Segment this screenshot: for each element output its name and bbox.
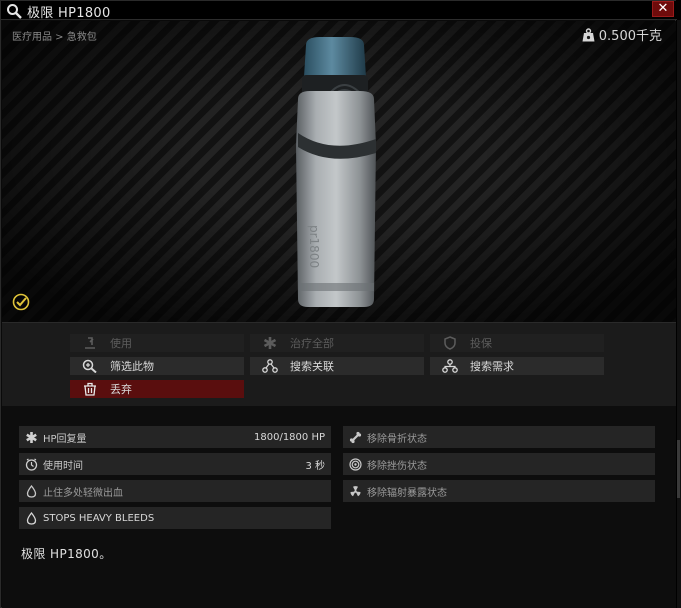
stat-label: 移除辐射暴露状态 xyxy=(367,487,447,499)
weight-icon xyxy=(582,27,595,41)
item-inspect-window: 极限 HP1800 ✕ 医疗用品 > 急救包 0.500千克 pr1800 使用… xyxy=(0,0,677,608)
breadcrumb[interactable]: 医疗用品 > 急救包 xyxy=(12,28,97,43)
target-icon xyxy=(343,457,367,471)
blood-drop-icon xyxy=(19,511,43,525)
scrollbar-thumb[interactable] xyxy=(677,440,680,498)
stat-label: HP回复量 xyxy=(43,433,87,445)
item-description: 极限 HP1800。 xyxy=(21,547,112,561)
shield-icon xyxy=(430,336,470,350)
action-panel: 使用 治疗全部 投保 筛选此物 搜索关联 搜索需求 丢弃 xyxy=(2,322,676,406)
stat-label: 移除挫伤状态 xyxy=(367,460,427,472)
title-bar[interactable]: 极限 HP1800 ✕ xyxy=(1,1,677,21)
tree-nodes-icon xyxy=(430,359,470,373)
search-linked-label: 搜索关联 xyxy=(290,360,334,373)
stat-hp-restore: HP回复量 1800/1800 HP xyxy=(19,426,331,448)
stat-remove-radiation: 移除辐射暴露状态 xyxy=(343,480,655,502)
filter-item-label: 筛选此物 xyxy=(110,360,154,373)
radiation-icon xyxy=(343,485,367,498)
discard-label: 丢弃 xyxy=(110,383,132,396)
cross-star-icon xyxy=(250,336,290,350)
use-icon xyxy=(70,336,110,350)
discard-button[interactable]: 丢弃 xyxy=(70,380,244,398)
stat-light-bleed: 止住多处轻微出血 xyxy=(19,480,331,502)
item-weight: 0.500千克 xyxy=(582,25,662,44)
search-icon xyxy=(7,4,22,19)
blood-drop-icon xyxy=(19,484,43,498)
heal-all-button[interactable]: 治疗全部 xyxy=(250,334,424,352)
item-image: pr1800 xyxy=(296,37,376,307)
heal-all-label: 治疗全部 xyxy=(290,337,334,350)
heal-star-icon xyxy=(19,431,43,444)
stats-panel: HP回复量 1800/1800 HP 使用时间 3 秒 止住多处轻微出血 STO… xyxy=(2,406,676,608)
bone-icon xyxy=(343,431,367,444)
svg-text:pr1800: pr1800 xyxy=(307,225,321,268)
close-button[interactable]: ✕ xyxy=(652,1,674,17)
search-required-button[interactable]: 搜索需求 xyxy=(430,357,604,375)
checkmark-icon xyxy=(12,293,30,311)
magnifier-plus-icon xyxy=(70,359,110,373)
use-button[interactable]: 使用 xyxy=(70,334,244,352)
discard-icon xyxy=(70,382,110,396)
window-title: 极限 HP1800 xyxy=(27,6,111,21)
filter-item-button[interactable]: 筛选此物 xyxy=(70,357,244,375)
scrollbar-track[interactable] xyxy=(677,20,681,608)
search-required-label: 搜索需求 xyxy=(470,360,514,373)
stat-remove-contusion: 移除挫伤状态 xyxy=(343,453,655,475)
stat-value: 3 秒 xyxy=(305,460,325,472)
stat-label: 移除骨折状态 xyxy=(367,433,427,445)
stat-remove-fracture: 移除骨折状态 xyxy=(343,426,655,448)
stat-value: 1800/1800 HP xyxy=(254,431,325,443)
use-label: 使用 xyxy=(110,337,132,350)
insure-label: 投保 xyxy=(470,337,492,350)
stat-use-time: 使用时间 3 秒 xyxy=(19,453,331,475)
stat-label: STOPS HEAVY BLEEDS xyxy=(43,512,155,524)
item-preview: 医疗用品 > 急救包 0.500千克 pr1800 xyxy=(2,21,676,322)
insure-button[interactable]: 投保 xyxy=(430,334,604,352)
search-linked-button[interactable]: 搜索关联 xyxy=(250,357,424,375)
weight-value: 0.500千克 xyxy=(598,29,662,44)
stat-heavy-bleed: STOPS HEAVY BLEEDS xyxy=(19,507,331,529)
linked-nodes-icon xyxy=(250,359,290,373)
clock-icon xyxy=(19,458,43,471)
stat-label: 使用时间 xyxy=(43,460,83,472)
stat-label: 止住多处轻微出血 xyxy=(43,487,123,499)
